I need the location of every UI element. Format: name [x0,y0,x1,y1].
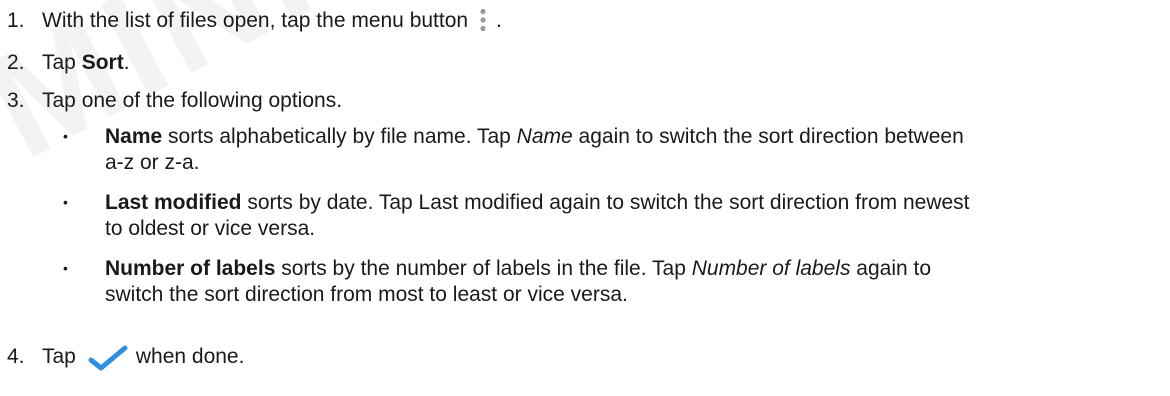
option-number-of-labels-line2: switch the sort direction from most to l… [105,283,628,306]
bullet: • [63,260,68,276]
step-text: Tap [42,51,82,74]
three-dot-menu-icon [480,8,486,32]
step-1-text: With the list of files open, tap the men… [42,8,502,33]
step-number: 2. [7,51,25,74]
step-text: . [123,51,130,74]
step-text: Tap [42,345,76,368]
option-last-modified-line1: Last modified sorts by date. Tap Last mo… [105,190,970,215]
bullet: • [63,194,68,210]
step-text: With the list of files open, tap the men… [42,9,469,32]
option-text: sorts by date. Tap Last modified again t… [241,191,970,214]
instructions: 1. With the list of files open, tap the … [0,0,1170,396]
checkmark-icon [88,345,128,371]
step-number: 3. [7,89,25,112]
sort-label: Sort [81,51,124,74]
option-name-line1: Name sorts alphabetically by file name. … [105,124,964,149]
option-text: again to [850,257,932,280]
option-title: Name [105,125,163,148]
option-title: Last modified [105,191,242,214]
step-text: when done. [135,345,245,368]
option-title: Number of labels [105,257,276,280]
option-text: again to switch the sort direction betwe… [572,125,964,148]
step-number: 1. [7,9,25,32]
step-2-text: Tap Sort. [42,50,130,75]
bullet: • [63,128,68,144]
step-number: 4. [7,345,25,368]
option-italic: Name [516,125,573,148]
option-italic: Number of labels [691,257,851,280]
option-text: sorts alphabetically by file name. Tap [162,125,517,148]
option-number-of-labels-line1: Number of labels sorts by the number of … [105,256,931,281]
option-last-modified-line2: to oldest or vice versa. [105,217,316,240]
option-name-line2: a-z or z-a. [105,151,200,174]
step-4-text: Tap when done. [42,344,244,371]
step-3-text: Tap one of the following options. [42,89,343,112]
step-text: . [496,9,502,32]
option-text: sorts by the number of labels in the fil… [275,257,692,280]
